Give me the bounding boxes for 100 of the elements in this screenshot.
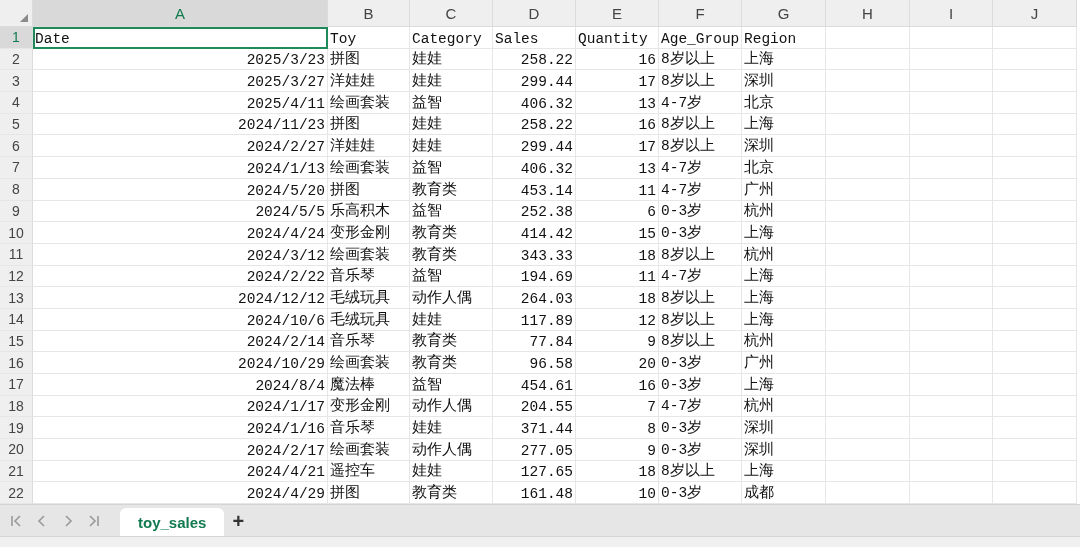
column-header[interactable]: E <box>576 0 659 27</box>
row-header[interactable]: 13 <box>0 287 33 309</box>
table-cell: 8岁以上 <box>659 308 742 331</box>
table-cell: 2024/5/20 <box>33 178 328 201</box>
column-header[interactable]: J <box>993 0 1077 27</box>
table-cell: 2024/2/17 <box>33 439 328 461</box>
table-cell: 动作人偶 <box>410 395 493 418</box>
column-header[interactable]: B <box>328 0 410 27</box>
row-header[interactable]: 4 <box>0 92 33 114</box>
row-header[interactable]: 21 <box>0 460 33 483</box>
table-cell: 上海 <box>742 113 826 136</box>
table-cell: 上海 <box>742 265 826 288</box>
table-cell: 2025/4/11 <box>33 92 328 114</box>
table-cell: 8岁以上 <box>659 70 742 93</box>
table-cell: 2024/11/23 <box>33 113 328 136</box>
select-all-corner[interactable] <box>0 0 33 27</box>
table-cell: 杭州 <box>742 243 826 266</box>
table-cell: 乐高积木 <box>328 200 410 223</box>
row-header[interactable]: 6 <box>0 135 33 158</box>
table-cell: 教育类 <box>410 222 493 244</box>
row-header[interactable]: 7 <box>0 157 33 179</box>
table-cell: 8岁以上 <box>659 243 742 266</box>
table-cell: 2024/4/24 <box>33 222 328 244</box>
table-cell: 益智 <box>410 92 493 114</box>
table-cell: 2025/3/27 <box>33 70 328 93</box>
column-header[interactable]: H <box>826 0 910 27</box>
table-cell: 绘画套装 <box>328 92 410 114</box>
table-cell: 16 <box>576 113 659 136</box>
column-header[interactable]: C <box>410 0 493 27</box>
row-header[interactable]: 3 <box>0 70 33 93</box>
table-cell: 194.69 <box>493 265 576 288</box>
row-header[interactable]: 15 <box>0 330 33 353</box>
header-cell: Quantity <box>576 27 659 49</box>
row-header[interactable]: 19 <box>0 417 33 440</box>
column-header[interactable]: I <box>910 0 993 27</box>
row-header[interactable]: 1 <box>0 27 33 49</box>
table-cell: 2024/10/6 <box>33 308 328 331</box>
table-cell: 北京 <box>742 92 826 114</box>
table-cell: 8 <box>576 417 659 440</box>
table-cell: 17 <box>576 135 659 158</box>
table-cell: 娃娃 <box>410 308 493 331</box>
row-header[interactable]: 14 <box>0 308 33 331</box>
table-cell: 371.44 <box>493 417 576 440</box>
table-cell: 0-3岁 <box>659 200 742 223</box>
active-cell[interactable]: Date <box>33 27 328 49</box>
row-header[interactable]: 8 <box>0 178 33 201</box>
column-header[interactable]: A <box>33 0 328 27</box>
row-header[interactable]: 18 <box>0 395 33 418</box>
table-cell: 益智 <box>410 265 493 288</box>
row-header[interactable]: 2 <box>0 48 33 71</box>
table-cell: 深圳 <box>742 70 826 93</box>
corner-triangle-icon <box>20 14 28 22</box>
row-header[interactable]: 11 <box>0 243 33 266</box>
column-header[interactable]: F <box>659 0 742 27</box>
table-cell: 9 <box>576 330 659 353</box>
table-cell: 204.55 <box>493 395 576 418</box>
table-cell: 18 <box>576 460 659 483</box>
table-cell: 2024/10/29 <box>33 352 328 374</box>
column-header[interactable]: D <box>493 0 576 27</box>
header-cell: Region <box>742 27 826 49</box>
add-sheet-button[interactable]: + <box>226 506 251 537</box>
table-cell: 406.32 <box>493 157 576 179</box>
table-cell: 77.84 <box>493 330 576 353</box>
table-cell: 2024/4/21 <box>33 460 328 483</box>
table-cell: 2024/2/27 <box>33 135 328 158</box>
row-header[interactable]: 20 <box>0 439 33 461</box>
table-cell: 11 <box>576 178 659 201</box>
row-header[interactable]: 10 <box>0 222 33 244</box>
table-cell: 益智 <box>410 157 493 179</box>
table-cell: 益智 <box>410 200 493 223</box>
table-cell: 益智 <box>410 374 493 396</box>
table-cell: 453.14 <box>493 178 576 201</box>
table-cell: 0-3岁 <box>659 352 742 374</box>
row-header[interactable]: 22 <box>0 482 33 505</box>
table-cell: 上海 <box>742 287 826 309</box>
table-cell: 上海 <box>742 222 826 244</box>
header-cell: Sales <box>493 27 576 49</box>
table-cell: 2024/1/13 <box>33 157 328 179</box>
table-cell: 13 <box>576 92 659 114</box>
table-cell: 上海 <box>742 374 826 396</box>
table-cell: 变形金刚 <box>328 395 410 418</box>
table-cell: 96.58 <box>493 352 576 374</box>
table-cell: 11 <box>576 265 659 288</box>
sheet-tab[interactable]: toy_sales <box>120 508 225 537</box>
column-header[interactable]: G <box>742 0 826 27</box>
table-cell: 音乐琴 <box>328 417 410 440</box>
table-cell: 16 <box>576 374 659 396</box>
table-cell: 杭州 <box>742 330 826 353</box>
table-cell: 4-7岁 <box>659 265 742 288</box>
row-header[interactable]: 12 <box>0 265 33 288</box>
table-cell: 299.44 <box>493 70 576 93</box>
table-cell: 8岁以上 <box>659 330 742 353</box>
row-header[interactable]: 5 <box>0 113 33 136</box>
table-cell: 绘画套装 <box>328 157 410 179</box>
row-header[interactable]: 17 <box>0 374 33 396</box>
table-cell: 2024/8/4 <box>33 374 328 396</box>
row-header[interactable]: 16 <box>0 352 33 374</box>
table-cell: 娃娃 <box>410 460 493 483</box>
row-header[interactable]: 9 <box>0 200 33 223</box>
table-cell: 2024/2/14 <box>33 330 328 353</box>
